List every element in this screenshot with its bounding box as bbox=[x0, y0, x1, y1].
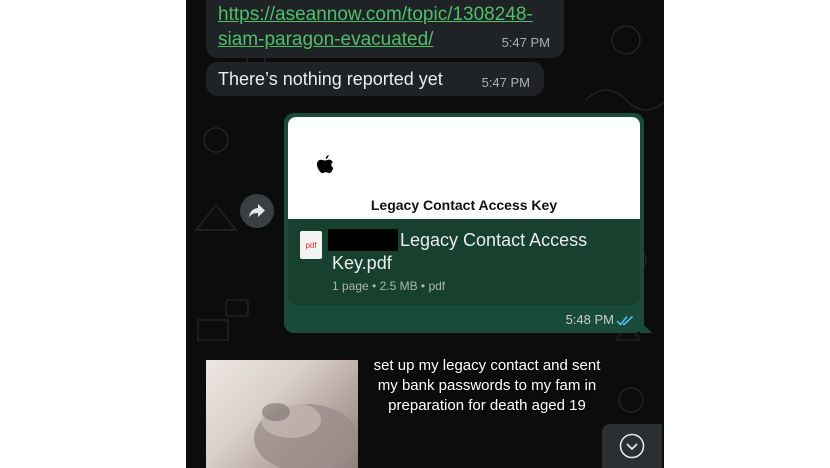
incoming-link-message: https://aseannow.com/topic/1308248-siam-… bbox=[206, 0, 564, 58]
message-time: 5:48 PM bbox=[565, 312, 614, 327]
document-preview[interactable]: Legacy Contact Access Key bbox=[288, 117, 640, 219]
double-check-icon bbox=[616, 315, 634, 326]
message-time: 5:47 PM bbox=[501, 35, 550, 50]
video-thumbnail[interactable] bbox=[206, 360, 358, 468]
apple-logo-icon bbox=[316, 155, 334, 174]
redaction-bar bbox=[328, 229, 398, 251]
outgoing-document-message[interactable]: Legacy Contact Access Key pdf Legacy Con… bbox=[284, 113, 652, 333]
forward-icon bbox=[249, 204, 265, 218]
video-caption: set up my legacy contact and sent my ban… bbox=[373, 357, 601, 414]
pdf-file-icon: pdf bbox=[300, 231, 322, 259]
message-text: There’s nothing reported yet bbox=[218, 69, 443, 89]
chevron-down-icon bbox=[619, 433, 645, 459]
file-type-label: pdf bbox=[305, 240, 317, 250]
bubble-tail bbox=[640, 321, 652, 333]
chat-panel: https://aseannow.com/topic/1308248-siam-… bbox=[186, 0, 664, 468]
link-text[interactable]: https://aseannow.com/topic/1308248-siam-… bbox=[218, 2, 548, 52]
document-info[interactable]: pdf Legacy Contact Access Key.pdf 1 page… bbox=[288, 219, 640, 305]
incoming-text-message: There’s nothing reported yet 5:47 PM bbox=[206, 62, 544, 96]
document-meta: 1 page • 2.5 MB • pdf bbox=[332, 279, 446, 293]
forward-button[interactable] bbox=[240, 194, 274, 228]
scroll-to-bottom-button[interactable] bbox=[602, 424, 662, 468]
preview-title: Legacy Contact Access Key bbox=[370, 197, 558, 213]
video-frame-image bbox=[254, 402, 358, 468]
message-time: 5:47 PM bbox=[481, 75, 530, 90]
